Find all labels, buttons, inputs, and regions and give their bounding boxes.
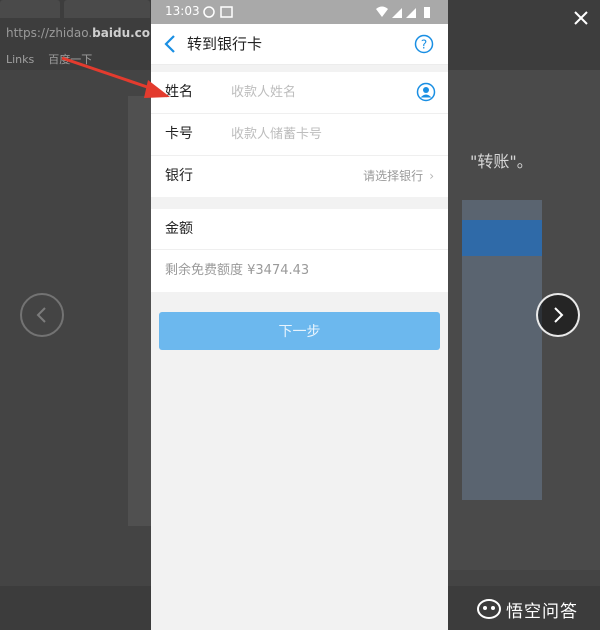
- background-tab: [64, 0, 150, 18]
- name-row: 姓名: [151, 72, 448, 114]
- bookmark-links: Links: [6, 53, 35, 66]
- contacts-icon[interactable]: [416, 82, 436, 102]
- svg-text:?: ?: [421, 38, 427, 52]
- phone-screen: 13:03 转到银行卡 ? 姓名 收款人姓名 卡号 收款人储蓄卡号 银行 请选择…: [151, 0, 448, 630]
- next-image-button[interactable]: [536, 293, 580, 337]
- background-tab: [0, 0, 60, 18]
- bank-row[interactable]: 银行 请选择银行 ›: [151, 156, 448, 197]
- close-viewer-button[interactable]: [566, 4, 596, 32]
- app-header: 转到银行卡 ?: [151, 24, 448, 65]
- background-url: https://zhidao.baidu.com: [6, 26, 150, 40]
- status-time: 13:03: [165, 4, 200, 18]
- background-article-text: "转账"。: [470, 152, 533, 171]
- free-quota-row: 剩余免费额度 ¥3474.43: [151, 250, 448, 292]
- free-quota-text: 剩余免费额度 ¥3474.43: [165, 263, 310, 278]
- bank-select-text: 请选择银行: [363, 169, 424, 183]
- background-screenshot-thumbnail: [462, 200, 542, 500]
- bank-select[interactable]: 请选择银行 ›: [363, 156, 434, 197]
- watermark: 悟空问答: [476, 596, 578, 622]
- card-label: 卡号: [165, 126, 193, 142]
- notification-icons: [203, 6, 233, 18]
- close-icon: [574, 11, 588, 25]
- next-step-button[interactable]: 下一步: [159, 312, 440, 350]
- wukong-logo-icon: [477, 599, 501, 619]
- chevron-left-icon: [36, 307, 46, 323]
- chevron-right-icon: [554, 307, 564, 323]
- red-arrow-annotation: [61, 56, 170, 98]
- amount-label: 金额: [165, 221, 193, 237]
- background-card: [128, 96, 152, 526]
- chevron-right-icon: ›: [429, 169, 434, 183]
- page-title: 转到银行卡: [187, 35, 263, 53]
- card-number-input[interactable]: [231, 114, 401, 155]
- amount-section: 金额 剩余免费额度 ¥3474.43: [151, 209, 448, 292]
- bank-label: 银行: [165, 168, 193, 184]
- watermark-text: 悟空问答: [506, 601, 578, 622]
- recipient-form: 姓名 卡号 银行 请选择银行 ›: [151, 72, 448, 197]
- name-input[interactable]: [231, 72, 401, 113]
- card-row: 卡号: [151, 114, 448, 156]
- previous-image-button[interactable]: [20, 293, 64, 337]
- amount-row[interactable]: 金额: [151, 209, 448, 250]
- back-button[interactable]: [161, 32, 181, 56]
- status-bar: 13:03: [151, 0, 448, 24]
- signal-battery-icons: [376, 6, 430, 18]
- help-icon[interactable]: ?: [414, 34, 434, 54]
